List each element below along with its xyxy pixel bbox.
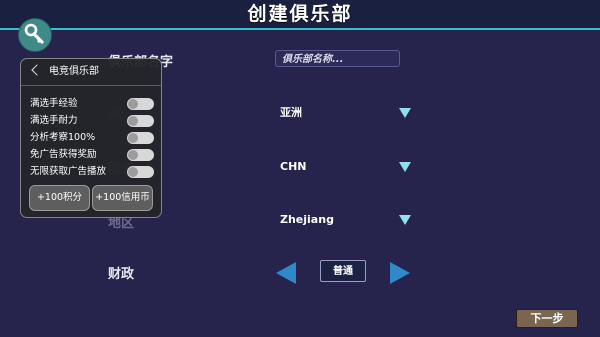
wrench-icon: [24, 23, 44, 44]
country-select[interactable]: CHN: [275, 158, 415, 176]
option-analysis: 分析考察100%: [30, 131, 154, 145]
toggle-switch[interactable]: [127, 132, 154, 144]
club-name-input[interactable]: 俱乐部名称...: [275, 50, 400, 67]
option-label: 无限获取广告播放: [30, 166, 107, 177]
toggle-switch[interactable]: [127, 166, 154, 178]
left-arrow-icon[interactable]: [276, 262, 296, 284]
region-select[interactable]: Zhejiang: [275, 211, 415, 229]
option-label: 满选手经验: [30, 98, 78, 109]
page-title: 创建俱乐部: [247, 3, 353, 25]
finance-label: 财政: [108, 267, 135, 282]
cheat-panel-title: 电竞俱乐部: [49, 66, 99, 77]
dropdown-arrow-icon: [399, 162, 411, 172]
back-chevron-icon[interactable]: [31, 64, 43, 76]
option-unlimited-ads: 无限获取广告播放: [30, 165, 154, 179]
option-full-stamina: 满选手耐力: [30, 114, 154, 128]
cheat-panel: 电竞俱乐部 满选手经验 满选手耐力 分析考察100% 免广告获得奖励 无限获取广…: [20, 58, 162, 218]
mod-menu-button[interactable]: [19, 19, 51, 51]
toggle-switch[interactable]: [127, 115, 154, 127]
option-label: 分析考察100%: [30, 132, 96, 143]
cheat-panel-header: 电竞俱乐部: [21, 59, 161, 86]
option-label: 免广告获得奖励: [30, 149, 97, 160]
toggle-switch[interactable]: [127, 98, 154, 110]
right-arrow-icon[interactable]: [390, 262, 410, 284]
add-points-button[interactable]: +100积分: [29, 185, 90, 211]
next-step-button[interactable]: 下一步: [516, 309, 578, 328]
dropdown-arrow-icon: [399, 108, 411, 118]
option-label: 满选手耐力: [30, 115, 78, 126]
option-no-ads: 免广告获得奖励: [30, 148, 154, 162]
continent-value: 亚洲: [280, 106, 302, 119]
finance-level-button[interactable]: 普通: [320, 260, 366, 282]
region-value: Zhejiang: [280, 213, 334, 226]
country-value: CHN: [280, 160, 307, 173]
continent-select[interactable]: 亚洲: [275, 104, 415, 122]
option-full-exp: 满选手经验: [30, 97, 154, 111]
add-credits-button[interactable]: +100信用币: [92, 185, 153, 211]
toggle-switch[interactable]: [127, 149, 154, 161]
header-bar: 创建俱乐部: [0, 0, 600, 30]
dropdown-arrow-icon: [399, 215, 411, 225]
